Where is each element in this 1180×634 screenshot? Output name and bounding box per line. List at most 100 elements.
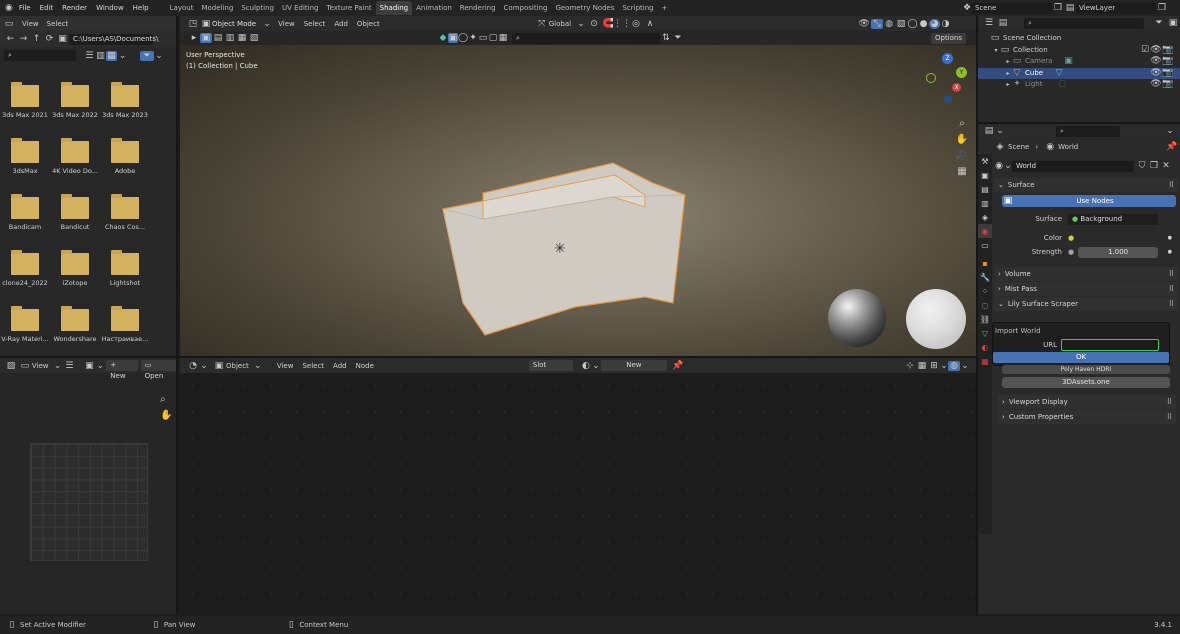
proportional-editing-icon[interactable]: ◎ bbox=[629, 19, 643, 29]
outliner-scene-collection[interactable]: ▭ Scene Collection bbox=[978, 33, 1180, 45]
empty-filter-icon[interactable]: ▢ bbox=[488, 33, 498, 43]
menu-file[interactable]: File bbox=[19, 4, 31, 12]
area-separator[interactable] bbox=[976, 16, 978, 616]
falloff-icon[interactable]: ∧ bbox=[643, 19, 657, 29]
list-item[interactable]: clone24_2022 bbox=[0, 250, 50, 287]
list-item[interactable]: Wondershare bbox=[50, 306, 100, 343]
ne-menu-select[interactable]: Select bbox=[302, 362, 324, 370]
fb-view-menu[interactable]: View bbox=[22, 20, 39, 28]
copy-view-layer-icon[interactable]: ❐ bbox=[1156, 3, 1168, 13]
camera-render-icon[interactable]: 📷 bbox=[1162, 68, 1174, 80]
camera-filter-icon[interactable]: ▭ bbox=[478, 33, 488, 43]
image-editor[interactable]: ▨ ▭ View ⌄ ☰ ▣ ⌄ + New ▭ Open ⌕ ✋ bbox=[0, 358, 178, 614]
other-filter-icon[interactable]: ▦ bbox=[498, 33, 508, 43]
list-item[interactable]: Chaos Cos... bbox=[100, 194, 150, 231]
menu-help[interactable]: Help bbox=[133, 4, 149, 12]
list-item[interactable]: 3ds Max 2021 bbox=[0, 82, 50, 119]
shading-material-icon[interactable]: ◕ bbox=[929, 18, 941, 29]
list-item[interactable]: 3ds Max 2022 bbox=[50, 82, 100, 119]
gizmo-neg-z-axis[interactable] bbox=[944, 95, 952, 103]
mesh-filter-icon[interactable]: ▣ bbox=[448, 33, 458, 43]
menu-edit[interactable]: Edit bbox=[40, 4, 54, 12]
tab-scripting[interactable]: Scripting bbox=[618, 1, 657, 15]
tool-tab-icon[interactable]: ⚒ bbox=[978, 154, 992, 168]
list-item[interactable]: Настраивае... bbox=[100, 306, 150, 343]
list-item[interactable]: Bandicam bbox=[0, 194, 50, 231]
overlays-icon[interactable]: ◍ bbox=[883, 19, 895, 29]
editor-type-icon[interactable]: ▤ bbox=[982, 126, 996, 136]
forward-arrow-icon[interactable]: → bbox=[17, 34, 30, 44]
view-layer-tab-icon[interactable]: ▥ bbox=[978, 196, 992, 210]
fb-select-menu[interactable]: Select bbox=[47, 20, 69, 28]
copy-icon[interactable]: ❐ bbox=[1148, 161, 1160, 171]
select-box-icon[interactable]: ▣ bbox=[200, 33, 212, 43]
vp-menu-object[interactable]: Object bbox=[357, 20, 380, 28]
list-item[interactable]: Adobe bbox=[100, 138, 150, 175]
drag-handle-icon[interactable]: ⠿ bbox=[1169, 282, 1174, 296]
ne-menu-view[interactable]: View bbox=[277, 362, 294, 370]
select-mode-intersect-icon[interactable]: ▧ bbox=[248, 33, 260, 43]
shader-node-editor[interactable]: ◔ ⌄ ▣ Object ⌄ View Select Add Node Slot… bbox=[180, 358, 976, 614]
3dassets-button[interactable]: 3DAssets.one bbox=[1002, 377, 1170, 388]
expand-arrow-icon[interactable]: ▸ bbox=[1004, 68, 1012, 80]
camera-view-icon[interactable]: 🎥 bbox=[954, 147, 970, 163]
chevron-down-icon[interactable]: ⌄ bbox=[117, 51, 128, 61]
tab-geometry-nodes[interactable]: Geometry Nodes bbox=[551, 1, 618, 15]
parent-dir-icon[interactable]: ↑ bbox=[30, 34, 43, 44]
shading-rendered-icon[interactable]: ◑ bbox=[940, 19, 951, 29]
curve-filter-icon[interactable]: ◯ bbox=[458, 33, 468, 43]
ok-button[interactable]: OK bbox=[993, 352, 1169, 363]
zoom-icon[interactable]: ⌕ bbox=[954, 115, 970, 131]
close-icon[interactable]: ✕ bbox=[1160, 161, 1172, 171]
scene-tab-icon[interactable]: ◈ bbox=[978, 210, 992, 224]
xray-icon[interactable]: ▧ bbox=[895, 19, 907, 29]
pan-hand-icon[interactable]: ✋ bbox=[160, 410, 172, 421]
drag-handle-icon[interactable]: ⠿ bbox=[1167, 410, 1172, 424]
properties-search-input[interactable]: ⌕ bbox=[1056, 125, 1120, 137]
outliner-search-input[interactable]: ⌕ bbox=[1024, 17, 1144, 29]
render-filter-icon[interactable]: ◆ bbox=[438, 33, 448, 43]
new-folder-icon[interactable]: ▣ bbox=[56, 34, 69, 44]
area-separator[interactable] bbox=[0, 356, 976, 358]
volume-panel-header[interactable]: › Volume ⠿ bbox=[994, 267, 1178, 281]
outliner-camera[interactable]: ▸ ▭ Camera ▣ 👁 📷 bbox=[978, 56, 1180, 68]
expand-arrow-icon[interactable]: ▸ bbox=[1004, 56, 1012, 68]
filter-icon[interactable]: ⏷ bbox=[672, 33, 684, 43]
transform-orientation-dropdown[interactable]: Global bbox=[549, 20, 571, 28]
material-tab-icon[interactable]: ◐ bbox=[978, 340, 992, 354]
menu-render[interactable]: Render bbox=[62, 4, 87, 12]
drag-handle-icon[interactable]: ⠿ bbox=[1169, 267, 1174, 281]
editor-type-icon[interactable]: ▭ bbox=[0, 19, 18, 29]
image-browse-icon[interactable]: ▣ bbox=[82, 361, 96, 371]
tab-compositing[interactable]: Compositing bbox=[500, 1, 552, 15]
color-socket-icon[interactable]: ● bbox=[1068, 234, 1074, 242]
shading-solid-icon[interactable]: ● bbox=[918, 19, 929, 29]
fb-search-input[interactable]: ⌕ bbox=[4, 50, 76, 61]
particles-tab-icon[interactable]: ⁘ bbox=[978, 284, 992, 298]
blender-logo-icon[interactable]: ◉ bbox=[5, 3, 13, 13]
add-workspace-button[interactable]: + bbox=[658, 1, 672, 15]
custom-properties-panel-header[interactable]: › Custom Properties ⠿ bbox=[998, 410, 1176, 424]
viewport-display-panel-header[interactable]: › Viewport Display ⠿ bbox=[998, 395, 1176, 409]
ortho-grid-icon[interactable]: ▦ bbox=[954, 163, 970, 179]
tab-layout[interactable]: Layout bbox=[166, 1, 198, 15]
collection-tab-icon[interactable]: ▭ bbox=[978, 238, 992, 252]
refresh-icon[interactable]: ⟳ bbox=[43, 34, 56, 44]
camera-render-icon[interactable]: 📷 bbox=[1162, 56, 1174, 68]
sort-icon[interactable]: ⇅ bbox=[660, 33, 672, 43]
overlay-icon[interactable]: ◍ bbox=[948, 360, 960, 371]
drag-handle-icon[interactable]: ⠿ bbox=[1169, 297, 1174, 311]
node-canvas[interactable] bbox=[180, 373, 976, 614]
select-mode-invert-icon[interactable]: ▦ bbox=[236, 33, 248, 43]
strength-field[interactable]: 1.000 bbox=[1078, 246, 1159, 258]
surface-shader-field[interactable]: ● Background bbox=[1068, 213, 1158, 225]
snap-icon[interactable]: ⊹ bbox=[904, 361, 916, 371]
pan-hand-icon[interactable]: ✋ bbox=[954, 131, 970, 147]
light-filter-icon[interactable]: ✦ bbox=[468, 33, 478, 43]
outliner-collection[interactable]: ▾ ▭ Collection ☑ 👁 📷 bbox=[978, 45, 1180, 57]
filter-chevron-icon[interactable]: ⌄ bbox=[154, 51, 164, 61]
surface-panel-header[interactable]: ⌄ Surface ⠿ bbox=[994, 178, 1178, 192]
shield-icon[interactable]: ⛉ bbox=[1136, 161, 1148, 171]
ie-new-button[interactable]: + New bbox=[106, 360, 138, 380]
scene-field[interactable]: Scene bbox=[972, 2, 1052, 14]
